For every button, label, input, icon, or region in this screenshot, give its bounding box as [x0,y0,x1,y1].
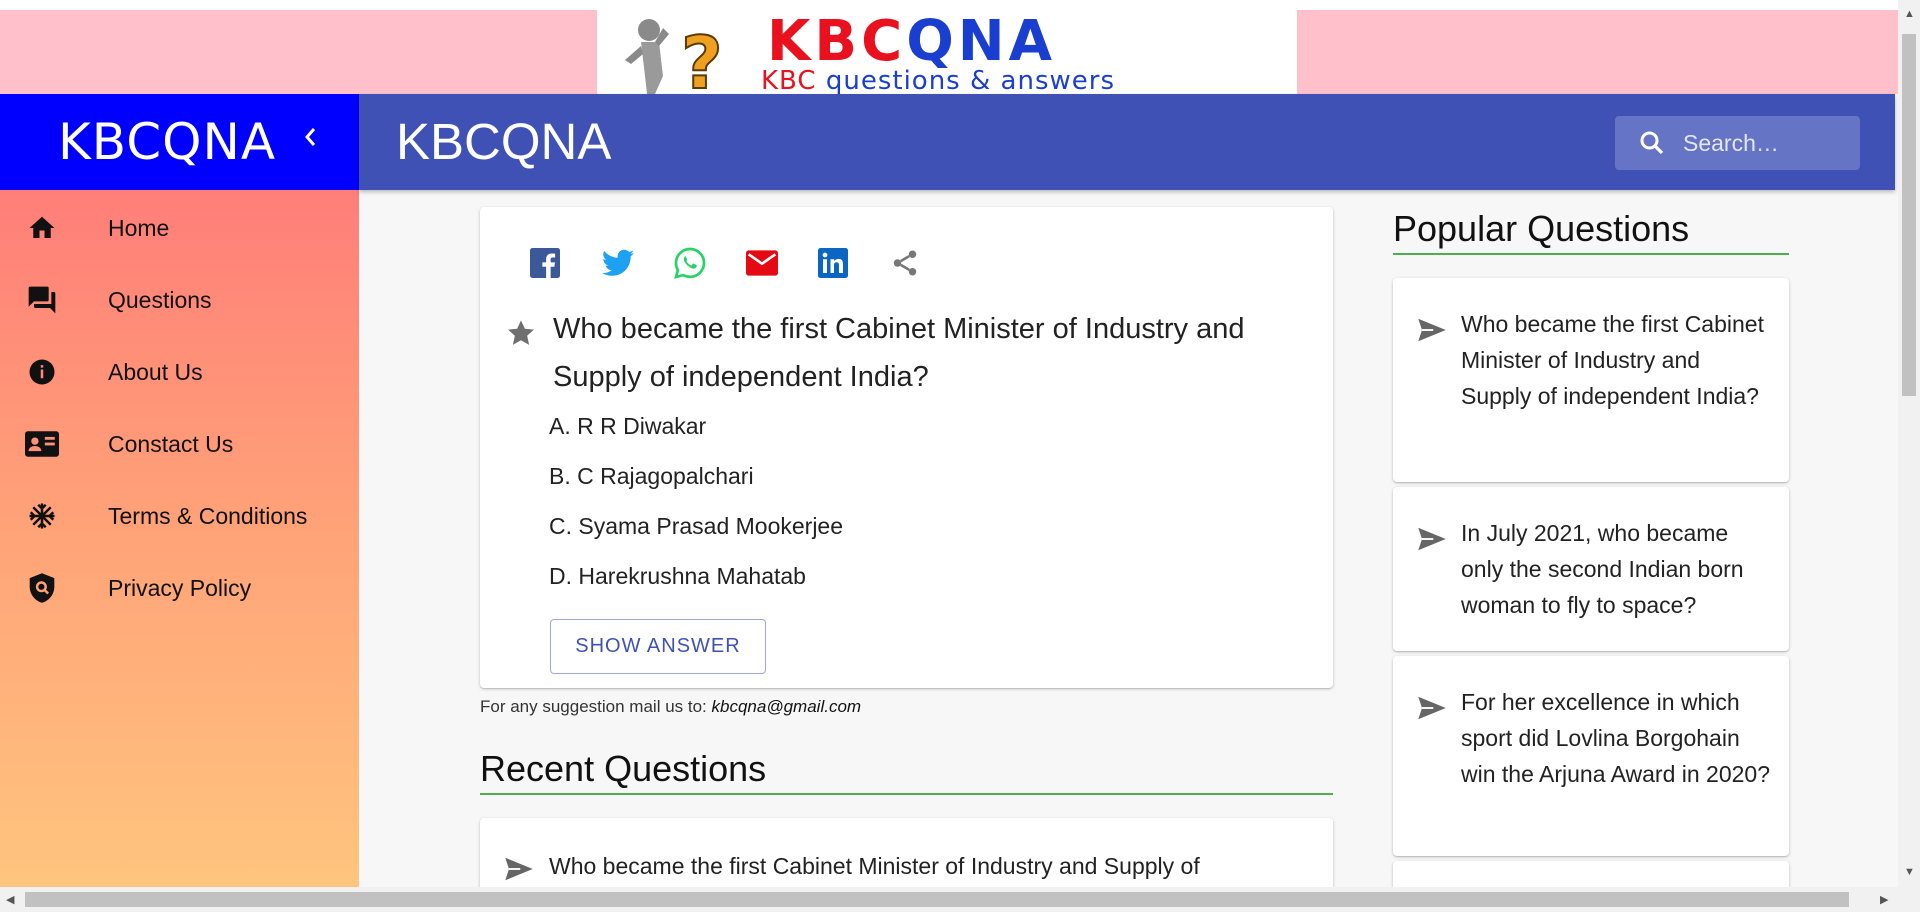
scroll-down-icon[interactable]: ▼ [1904,866,1915,878]
share-bar [530,241,962,285]
scroll-up-icon[interactable]: ▲ [1904,8,1915,20]
sidebar: Home Questions About Us Constact Us Term… [0,190,359,887]
sidebar-item-about-us[interactable]: About Us [0,342,359,402]
sidebar-item-terms[interactable]: Terms & Conditions [0,486,359,546]
logo-title: KBCQNA [767,10,1056,74]
suggestion-email[interactable]: kbcqna@gmail.com [712,697,862,716]
logo-subtitle: KBC questions & answers [761,66,1115,94]
info-icon [25,355,59,389]
top-strip [0,0,1898,10]
twitter-share-button[interactable] [602,241,674,285]
suggestion-text: For any suggestion mail us to: [480,697,712,716]
forum-icon [25,283,59,317]
sidebar-item-label: Terms & Conditions [108,502,308,529]
sidebar-item-questions[interactable]: Questions [0,270,359,330]
search-box[interactable] [1615,116,1860,170]
share-icon [893,250,917,276]
sidebar-item-home[interactable]: Home [0,198,359,258]
sidebar-item-label: About Us [108,358,203,385]
scroll-right-icon[interactable]: ▶ [1880,893,1888,906]
whatsapp-share-button[interactable] [674,241,746,285]
answer-options: A. R R Diwakar B. C Rajagopalchari C. Sy… [549,411,843,611]
option-a: A. R R Diwakar [549,413,707,439]
site-logo[interactable]: ? KBCQNA KBC questions & answers [597,10,1297,94]
star-icon[interactable] [505,317,537,354]
snowflake-icon [25,499,59,533]
chevron-left-icon[interactable] [300,122,320,160]
horizontal-scroll-thumb[interactable] [25,892,1849,907]
question-text: Who became the first Cabinet Minister of… [553,313,1245,393]
linkedin-share-button[interactable] [818,241,890,285]
popular-question-text: For her excellence in which sport did Lo… [1461,689,1771,787]
option-c: C. Syama Prasad Mookerjee [549,513,844,539]
send-icon [1417,317,1447,348]
sidebar-item-label: Privacy Policy [108,574,252,601]
send-icon [1417,526,1447,557]
scroll-left-icon[interactable]: ◀ [6,893,14,906]
search-input[interactable] [1683,126,1851,160]
suggestion-note: For any suggestion mail us to: kbcqna@gm… [480,697,861,717]
vertical-scrollbar[interactable]: ▲ ▼ [1898,0,1920,912]
horizontal-scrollbar[interactable]: ◀ ▶ [0,887,1898,912]
app-bar: KBCQNA [359,94,1895,190]
question-card: Who became the first Cabinet Minister of… [480,207,1333,688]
linkedin-icon [818,248,848,278]
home-icon [25,211,59,245]
popular-question-item[interactable]: Who became the first Cabinet Minister of… [1393,278,1789,482]
search-icon [1637,128,1667,163]
popular-question-text: In July 2021, who became only the second… [1461,520,1744,618]
sidebar-item-privacy[interactable]: Privacy Policy [0,558,359,618]
section-divider [480,793,1333,795]
vertical-scroll-thumb[interactable] [1902,34,1916,396]
option-b: B. C Rajagopalchari [549,463,754,489]
thinking-figure-logo-icon: ? [625,19,724,94]
section-divider [1393,253,1789,255]
sidebar-item-contact-us[interactable]: Constact Us [0,414,359,474]
sidebar-item-label: Questions [108,286,212,313]
email-share-button[interactable] [746,241,818,285]
send-icon [504,856,534,887]
popular-questions-heading: Popular Questions [1393,208,1690,249]
twitter-icon [602,249,634,276]
sidebar-item-label: Home [108,214,170,241]
whatsapp-icon [674,247,706,279]
sidebar-brand[interactable]: KBCQNA [58,113,276,171]
shield-search-icon [25,571,59,605]
option-d: D. Harekrushna Mahatab [549,563,806,589]
send-icon [1417,695,1447,726]
show-answer-button[interactable]: SHOW ANSWER [550,619,766,674]
recent-questions-heading: Recent Questions [480,748,767,789]
facebook-share-button[interactable] [530,241,602,285]
contact-card-icon [25,427,59,461]
popular-question-item[interactable]: In July 2021, who became only the second… [1393,487,1789,651]
facebook-icon [530,248,560,278]
popular-question-item[interactable]: For her excellence in which sport did Lo… [1393,656,1789,856]
sidebar-item-label: Constact Us [108,430,234,457]
page-title: KBCQNA [396,113,612,170]
svg-text:?: ? [681,21,723,94]
popular-question-text: Who became the first Cabinet Minister of… [1461,311,1764,409]
sidebar-header: KBCQNA [0,94,359,190]
recent-question-text: Who became the first Cabinet Minister of… [549,853,1200,879]
share-button[interactable] [890,241,962,285]
email-icon [746,250,778,276]
